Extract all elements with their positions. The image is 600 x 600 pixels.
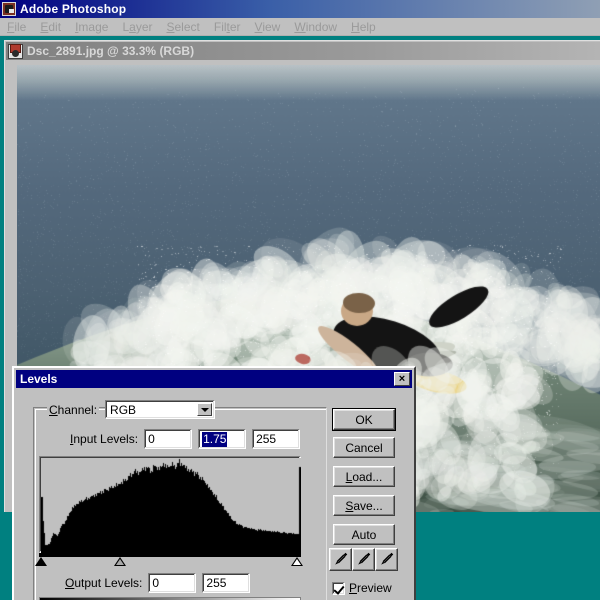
preview-checkbox[interactable]	[332, 582, 345, 595]
output-white-point-field[interactable]: 255	[202, 573, 250, 593]
channel-label: Channel:	[47, 403, 99, 417]
preview-label: Preview	[349, 581, 392, 595]
photoshop-app-icon	[2, 2, 16, 16]
input-gamma-value: 1.75	[202, 432, 227, 447]
image-document-icon	[8, 44, 23, 59]
menu-select[interactable]: Select	[159, 19, 206, 35]
set-gray-point-eyedropper-icon[interactable]	[352, 548, 375, 571]
menu-view[interactable]: View	[248, 19, 288, 35]
load-button[interactable]: Load...	[333, 466, 395, 487]
ok-button[interactable]: OK	[333, 409, 395, 430]
menu-window[interactable]: Window	[287, 19, 344, 35]
set-white-point-eyedropper-icon[interactable]	[375, 548, 398, 571]
chevron-down-icon[interactable]	[197, 403, 212, 416]
menu-layer[interactable]: Layer	[115, 19, 159, 35]
cancel-button[interactable]: Cancel	[333, 437, 395, 458]
input-black-point-slider[interactable]	[35, 557, 47, 566]
levels-dialog-title: Levels	[20, 372, 57, 386]
input-white-point-slider[interactable]	[291, 557, 303, 566]
set-black-point-eyedropper-icon[interactable]	[329, 548, 352, 571]
document-title: Dsc_2891.jpg @ 33.3% (RGB)	[27, 44, 194, 58]
menubar: File Edit Image Layer Select Filter View…	[0, 18, 600, 36]
channel-row: Channel: RGB	[47, 400, 215, 419]
close-icon[interactable]: ×	[394, 372, 410, 386]
histogram-plot	[41, 458, 301, 553]
auto-button[interactable]: Auto	[333, 524, 395, 545]
photoshop-application-window: Adobe Photoshop File Edit Image Layer Se…	[0, 0, 600, 600]
document-titlebar[interactable]: Dsc_2891.jpg @ 33.3% (RGB)	[6, 42, 600, 60]
menu-help[interactable]: Help	[344, 19, 383, 35]
input-gamma-slider[interactable]	[114, 557, 126, 566]
input-levels-slider-track	[39, 553, 301, 557]
menu-edit[interactable]: Edit	[33, 19, 68, 35]
input-white-point-field[interactable]: 255	[252, 429, 300, 449]
input-gamma-field[interactable]: 1.75	[198, 429, 246, 449]
save-button[interactable]: Save...	[333, 495, 395, 516]
output-black-point-field[interactable]: 0	[148, 573, 196, 593]
input-levels-label: Input Levels:	[70, 432, 138, 446]
application-title: Adobe Photoshop	[20, 2, 126, 16]
channel-selected-value: RGB	[110, 403, 136, 417]
eyedropper-button-group	[329, 548, 398, 571]
preview-checkbox-row[interactable]: Preview	[332, 581, 392, 595]
levels-histogram[interactable]	[39, 456, 301, 553]
menu-filter[interactable]: Filter	[207, 19, 248, 35]
output-levels-row: Output Levels: 0 255	[65, 573, 250, 593]
application-titlebar[interactable]: Adobe Photoshop	[0, 0, 600, 18]
menu-file[interactable]: File	[0, 19, 33, 35]
input-black-point-field[interactable]: 0	[144, 429, 192, 449]
channel-select[interactable]: RGB	[105, 400, 215, 419]
menu-image[interactable]: Image	[68, 19, 115, 35]
levels-dialog-titlebar[interactable]: Levels ×	[16, 370, 412, 388]
input-levels-row: Input Levels: 0 1.75 255	[70, 429, 300, 449]
output-levels-label: Output Levels:	[65, 576, 142, 590]
